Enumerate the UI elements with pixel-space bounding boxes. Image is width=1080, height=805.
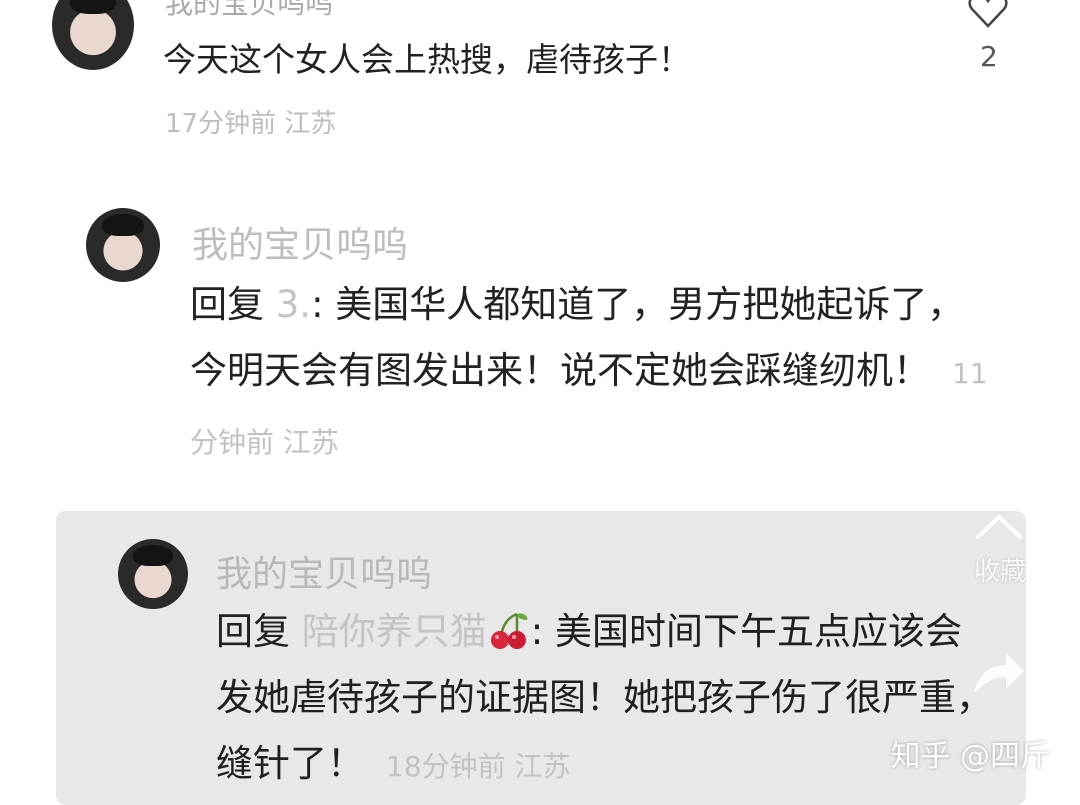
cherry-emoji-icon (487, 605, 531, 649)
comment-time: 17分钟前 (165, 109, 277, 139)
avatar[interactable] (86, 208, 160, 282)
reply-prefix: 回复 (216, 610, 290, 653)
comment-username[interactable]: 我的宝贝呜呜 (192, 216, 408, 268)
avatar[interactable] (118, 539, 188, 609)
heart-outline-icon[interactable] (968, 0, 1008, 28)
watermark: 知乎 @四斤 (890, 739, 1050, 774)
reply-target-username[interactable]: 陪你养只猫 (302, 610, 487, 653)
comment-meta: 17分钟前 江苏 (165, 103, 336, 140)
comment-location: 江苏 (282, 426, 339, 459)
comment-username[interactable]: 我的宝贝呜呜 (216, 545, 432, 597)
avatar[interactable] (52, 0, 134, 70)
like-count: 2 (980, 40, 998, 73)
comment-location: 江苏 (514, 750, 571, 783)
highlighted-comment-card: 我的宝贝呜呜 回复 陪你养只猫: 美国时间下午五点应该会发她虐待孩子的证据图！她… (56, 511, 1026, 805)
comment-item: 我的宝贝呜呜 回复 陪你养只猫: 美国时间下午五点应该会发她虐待孩子的证据图！她… (56, 511, 1026, 805)
comment-time: 18分钟前 (386, 750, 506, 783)
comment-item: 我的宝贝呜呜 今天这个女人会上热搜，虐待孩子！ 17分钟前 江苏 2 (0, 0, 1080, 160)
comment-text: 回复 陪你养只猫: 美国时间下午五点应该会发她虐待孩子的证据图！她把孩子伤了很严… (216, 599, 996, 800)
comment-text: 回复 3.: 美国华人都知道了，男方把她起诉了，今明天会有图发出来！说不定她会踩… (190, 272, 990, 476)
collect-label[interactable]: 收藏 (974, 551, 1026, 588)
reply-target-username[interactable]: 3. (276, 283, 311, 326)
comment-item: 我的宝贝呜呜 回复 3.: 美国华人都知道了，男方把她起诉了，今明天会有图发出来… (0, 200, 1080, 490)
share-arrow-icon[interactable] (966, 641, 1026, 701)
comment-text: 今天这个女人会上热搜，虐待孩子！ (163, 40, 691, 79)
comment-meta: 18分钟前 江苏 (386, 750, 571, 783)
comment-location: 江苏 (284, 109, 337, 139)
comment-username[interactable]: 我的宝贝呜呜 (165, 0, 333, 22)
reply-prefix: 回复 (190, 283, 264, 326)
star-icon[interactable] (974, 511, 1024, 539)
